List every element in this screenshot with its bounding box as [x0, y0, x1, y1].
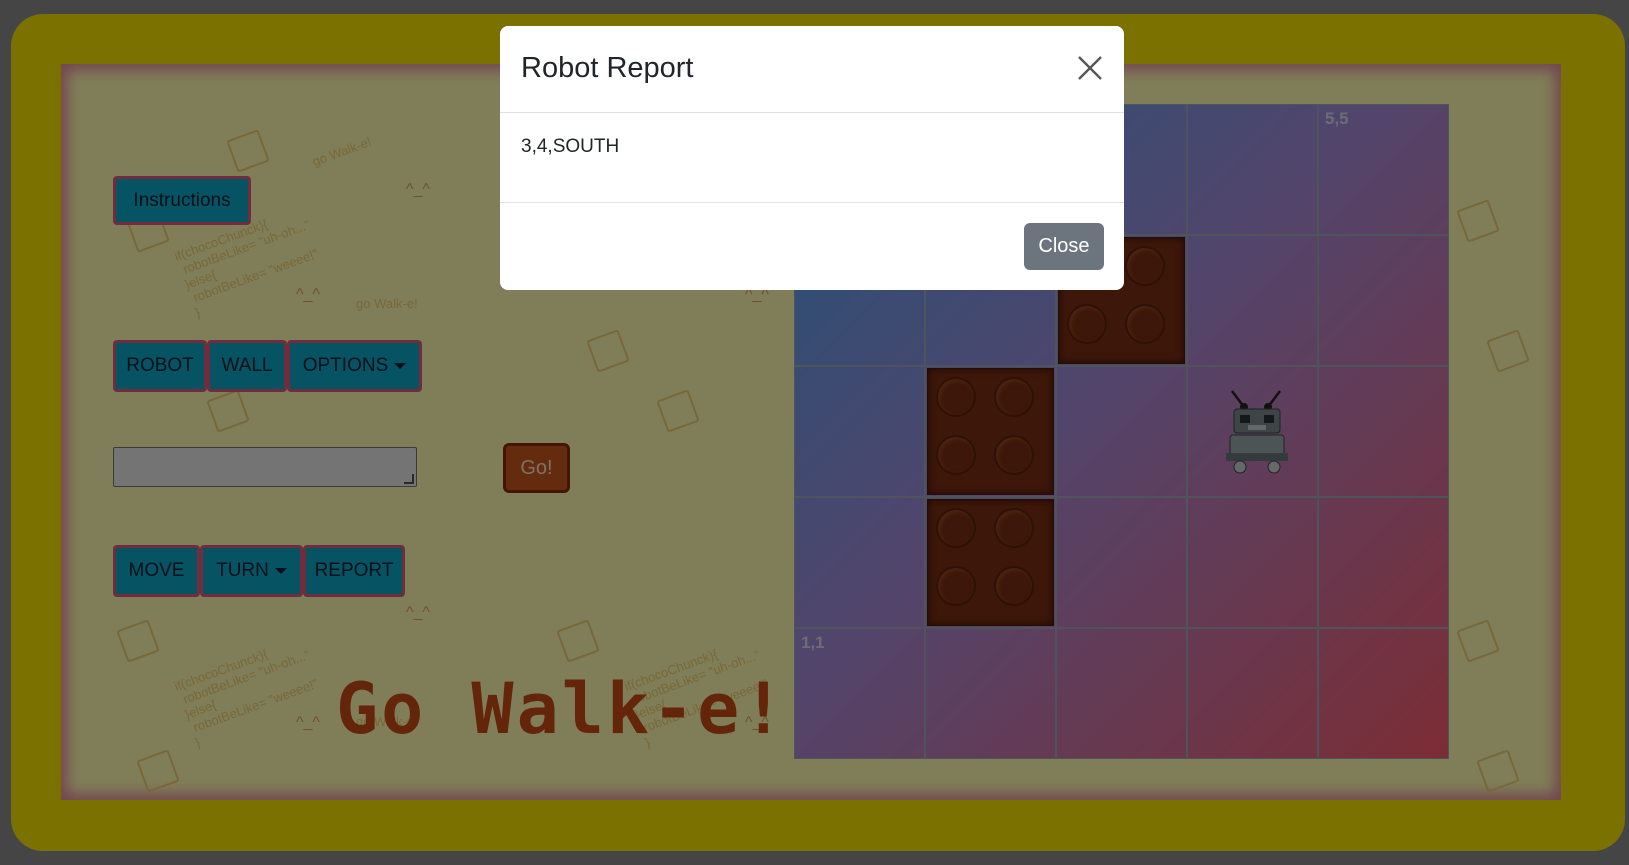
- modal-body: 3,4,SOUTH: [500, 112, 1124, 203]
- report-text: 3,4,SOUTH: [521, 136, 620, 157]
- close-button[interactable]: Close: [1024, 223, 1104, 270]
- modal-header: Robot Report: [500, 26, 1124, 113]
- close-icon[interactable]: [1076, 54, 1104, 82]
- robot-report-modal: Robot Report 3,4,SOUTH Close: [500, 26, 1124, 290]
- modal-title: Robot Report: [521, 52, 694, 84]
